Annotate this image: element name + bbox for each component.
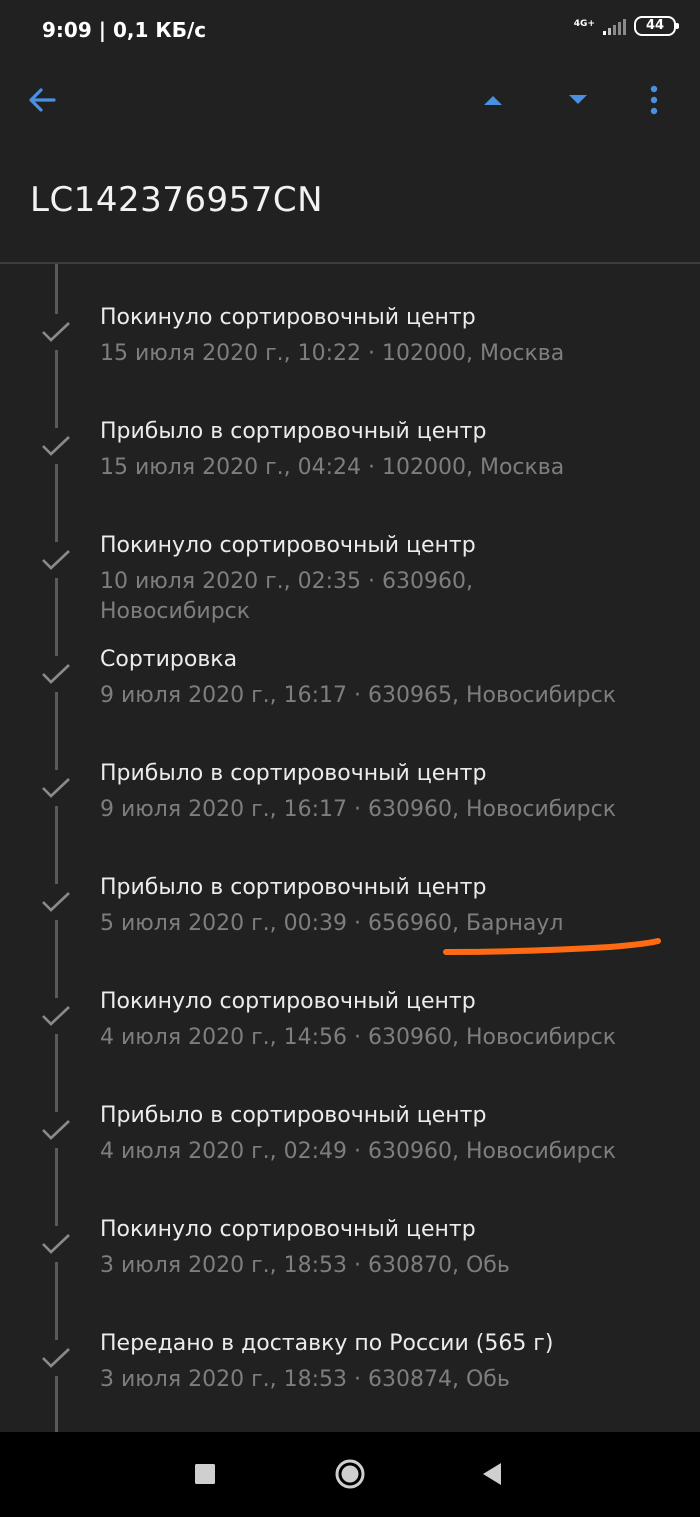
check-icon: [38, 1340, 74, 1376]
event-details: 9 июля 2020 г., 16:17 · 630965, Новосиби…: [100, 683, 617, 708]
event-details: 9 июля 2020 г., 16:17 · 630960, Новосиби…: [100, 797, 617, 822]
event-status: Прибыло в сортировочный центр: [100, 1103, 487, 1128]
timeline-event: Сортировка 9 июля 2020 г., 16:17 · 63096…: [0, 606, 700, 720]
square-icon: [195, 1464, 215, 1484]
event-details: 3 июля 2020 г., 18:53 · 630870, Обь: [100, 1253, 510, 1278]
back-button[interactable]: [16, 74, 68, 126]
more-vertical-icon: [650, 85, 658, 115]
event-status: Сортировка: [100, 647, 238, 672]
system-nav-bar: [0, 1432, 700, 1517]
check-icon: [38, 314, 74, 350]
timeline-event: Покинуло сортировочный центр 10 июля 202…: [0, 492, 700, 624]
event-status: Покинуло сортировочный центр: [100, 989, 476, 1014]
event-details: 15 июля 2020 г., 10:22 · 102000, Москва: [100, 341, 565, 366]
home-button[interactable]: [330, 1454, 370, 1494]
event-details: 4 июля 2020 г., 02:49 · 630960, Новосиби…: [100, 1139, 617, 1164]
system-back-button[interactable]: [472, 1454, 512, 1494]
check-icon: [38, 884, 74, 920]
status-time-speed: 9:09 | 0,1 КБ/с: [42, 18, 207, 42]
triangle-up-icon: [484, 96, 502, 105]
event-status: Прибыло в сортировочный центр: [100, 761, 487, 786]
check-icon: [38, 656, 74, 692]
check-icon: [38, 428, 74, 464]
next-button[interactable]: [552, 74, 604, 126]
event-status: Прибыло в сортировочный центр: [100, 875, 487, 900]
status-icons: 4G+ 44: [573, 16, 679, 36]
event-details: 3 июля 2020 г., 18:53 · 630874, Обь: [100, 1367, 510, 1392]
timeline-event: Покинуло сортировочный центр 15 июля 202…: [0, 264, 700, 378]
event-status: Прибыло в сортировочный центр: [100, 419, 487, 444]
event-details: 4 июля 2020 г., 14:56 · 630960, Новосиби…: [100, 1025, 617, 1050]
recents-button[interactable]: [185, 1454, 225, 1494]
timeline-event: Прибыло в сортировочный центр 9 июля 202…: [0, 720, 700, 834]
timeline-event: Покинуло сортировочный центр 4 июля 2020…: [0, 948, 700, 1062]
event-status: Передано в доставку по России (565 г): [100, 1331, 554, 1356]
tracking-timeline: Покинуло сортировочный центр 15 июля 202…: [0, 264, 700, 1432]
triangle-back-icon: [483, 1463, 501, 1485]
check-icon: [38, 1112, 74, 1148]
arrow-left-icon: [29, 88, 56, 112]
event-status: Покинуло сортировочный центр: [100, 533, 476, 558]
signal-icon: [603, 17, 626, 35]
check-icon: [38, 1226, 74, 1262]
check-icon: [38, 542, 74, 578]
circle-home-icon: [335, 1459, 365, 1489]
check-icon: [38, 998, 74, 1034]
event-status: Покинуло сортировочный центр: [100, 305, 476, 330]
triangle-down-icon: [569, 95, 587, 104]
network-type: 4G+: [573, 19, 595, 29]
timeline-event: Прибыло в сортировочный центр 15 июля 20…: [0, 378, 700, 492]
more-options-button[interactable]: [628, 74, 680, 126]
timeline-event: Передано в доставку по России (565 г) 3 …: [0, 1290, 700, 1404]
previous-button[interactable]: [467, 74, 519, 126]
timeline-event: Покинуло сортировочный центр 3 июля 2020…: [0, 1176, 700, 1290]
tracking-number-title: LC142376957CN: [30, 180, 324, 220]
event-status: Покинуло сортировочный центр: [100, 1217, 476, 1242]
event-details: 15 июля 2020 г., 04:24 · 102000, Москва: [100, 455, 565, 480]
timeline-event: Прибыло в сортировочный центр 4 июля 202…: [0, 1062, 700, 1176]
toolbar: [0, 62, 700, 138]
battery-icon: 44: [634, 16, 679, 36]
status-bar: 9:09 | 0,1 КБ/с 4G+ 44: [0, 0, 700, 62]
highlight-underline: [443, 938, 661, 955]
check-icon: [38, 770, 74, 806]
